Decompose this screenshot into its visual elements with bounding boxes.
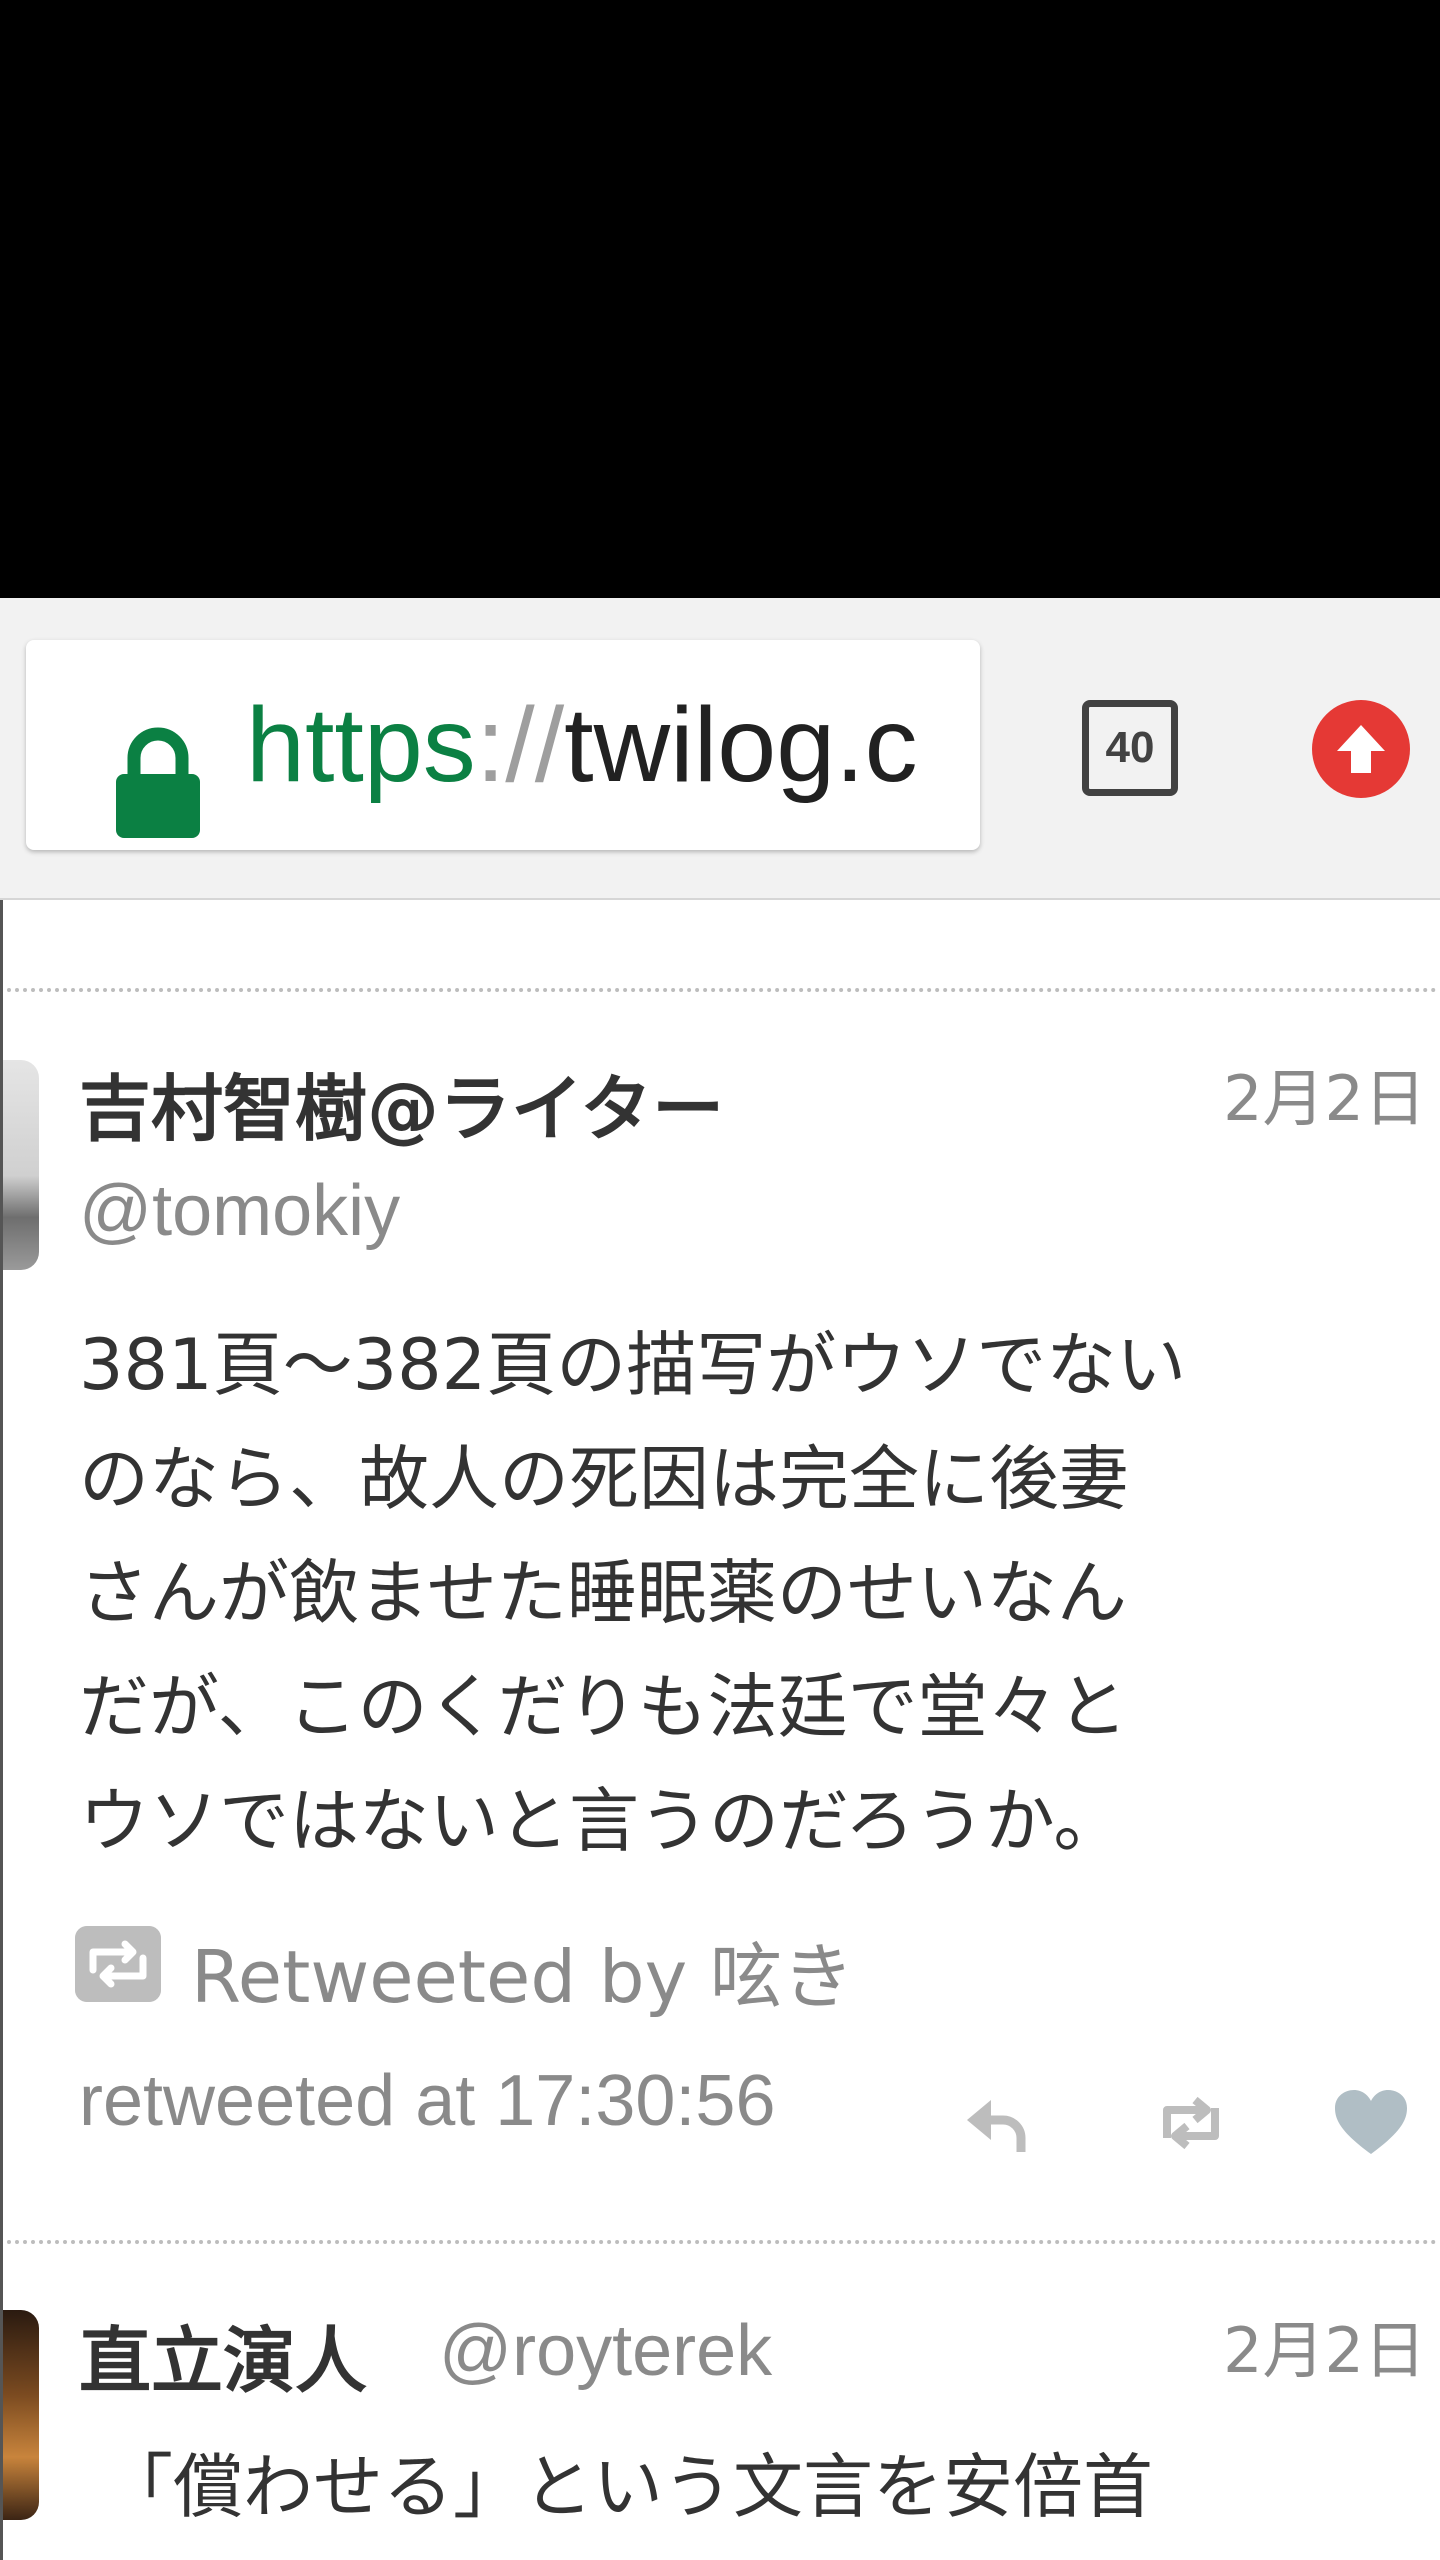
tweet-text-line: さんが飲ませた睡眠薬のせいなん [79, 1552, 1127, 1634]
lock-icon [116, 727, 200, 838]
tweet-author-handle[interactable]: @tomokiy [79, 1170, 400, 1252]
avatar[interactable] [3, 1060, 39, 1270]
tweet-text-line: 381頁〜382頁の描写がウソでない [79, 1324, 1187, 1406]
divider [7, 988, 1437, 992]
update-arrow-icon [1337, 725, 1385, 773]
tweet-author-name[interactable]: 吉村智樹@ライター [79, 1050, 724, 1155]
tweet-text-line: ウソではないと言うのだろうか。 [79, 1780, 1124, 1862]
status-area-blackout [0, 0, 1440, 598]
timeline[interactable]: 吉村智樹@ライター @tomokiy 2月2日 381頁〜382頁の描写がウソで… [0, 900, 1440, 2560]
tweet-date[interactable]: 2月2日 [1223, 1048, 1426, 1138]
update-button[interactable] [1312, 700, 1410, 798]
url-text[interactable]: https://twilog.c [246, 680, 918, 810]
like-icon[interactable] [1331, 2088, 1411, 2158]
reply-icon[interactable] [955, 2088, 1035, 2158]
retweet-icon[interactable] [1151, 2088, 1231, 2158]
tweet-text-line: 「償わせる」という文言を安倍首 [103, 2446, 1153, 2528]
retweeted-by[interactable]: Retweeted by 呟き [191, 1918, 854, 2023]
url-scheme: https [246, 686, 476, 804]
tab-switcher-button[interactable]: 40 [1082, 700, 1178, 796]
url-bar[interactable]: https://twilog.c [26, 640, 980, 850]
tweet-author-handle[interactable]: @royterek [439, 2310, 772, 2392]
tweet-text-line: だが、このくだりも法廷で堂々と [79, 1666, 1128, 1748]
browser-toolbar: https://twilog.c 40 [0, 598, 1440, 900]
tweet-author-name[interactable]: 直立演人 [79, 2302, 367, 2407]
tweet-date[interactable]: 2月2日 [1223, 2300, 1426, 2390]
url-host: twilog.c [564, 686, 918, 804]
tweet-text-line: のなら、故人の死因は完全に後妻 [79, 1438, 1129, 1520]
retweet-badge-icon [75, 1926, 161, 2002]
avatar[interactable] [3, 2310, 39, 2520]
tab-count: 40 [1105, 723, 1155, 772]
divider [7, 2240, 1437, 2244]
retweeted-at[interactable]: retweeted at 17:30:56 [79, 2060, 776, 2142]
url-separator: :// [475, 686, 565, 804]
